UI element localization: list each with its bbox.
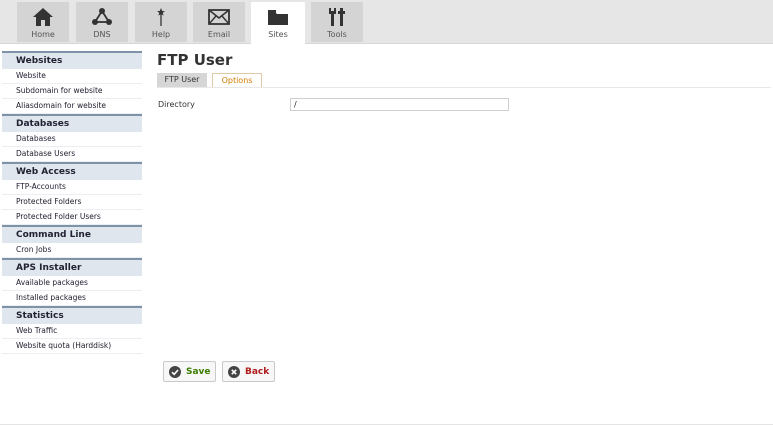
footer-divider	[0, 424, 773, 425]
page-title: FTP User	[157, 51, 233, 69]
sidebar-section-title: APS Installer	[2, 258, 142, 276]
tab-divider	[157, 87, 771, 88]
sidebar-item-protected-folders[interactable]: Protected Folders	[2, 195, 142, 210]
save-button[interactable]: Save	[163, 361, 216, 382]
save-button-label: Save	[186, 366, 211, 377]
sidebar-section-aps-installer: APS Installer Available packages Install…	[2, 258, 142, 306]
top-navigation: Home DNS Help Email Sites Tools	[0, 0, 773, 44]
home-icon	[17, 2, 69, 30]
back-button-label: Back	[245, 366, 270, 377]
nav-tab-tools[interactable]: Tools	[311, 2, 363, 42]
sidebar-section-web-access: Web Access FTP-Accounts Protected Folder…	[2, 162, 142, 225]
sidebar-section-title: Web Access	[2, 162, 142, 180]
tools-icon	[311, 2, 363, 30]
sidebar-section-title: Websites	[2, 51, 142, 69]
directory-input[interactable]	[290, 98, 509, 111]
sidebar-item-cron-jobs[interactable]: Cron Jobs	[2, 243, 142, 258]
sidebar-item-website-quota[interactable]: Website quota (Harddisk)	[2, 339, 142, 354]
tab-ftp-user[interactable]: FTP User	[157, 73, 207, 87]
nav-tab-label: DNS	[93, 30, 111, 39]
back-button[interactable]: Back	[222, 361, 275, 382]
nav-tab-dns[interactable]: DNS	[76, 2, 128, 42]
tab-options[interactable]: Options	[212, 73, 262, 87]
sidebar-item-aliasdomain[interactable]: Aliasdomain for website	[2, 99, 142, 114]
directory-label: Directory	[158, 100, 195, 109]
dns-icon	[76, 2, 128, 30]
nav-tab-label: Tools	[327, 30, 347, 39]
sidebar: Websites Website Subdomain for website A…	[2, 51, 142, 354]
sidebar-item-subdomain[interactable]: Subdomain for website	[2, 84, 142, 99]
help-icon	[135, 2, 187, 30]
checkmark-icon	[169, 366, 181, 378]
sidebar-section-databases: Databases Databases Database Users	[2, 114, 142, 162]
sidebar-item-protected-folder-users[interactable]: Protected Folder Users	[2, 210, 142, 225]
sidebar-section-title: Statistics	[2, 306, 142, 324]
sidebar-item-available-packages[interactable]: Available packages	[2, 276, 142, 291]
sidebar-item-installed-packages[interactable]: Installed packages	[2, 291, 142, 306]
nav-tab-email[interactable]: Email	[193, 2, 245, 42]
close-icon	[228, 366, 240, 378]
folder-icon	[251, 2, 305, 30]
nav-tab-label: Home	[31, 30, 55, 39]
nav-tab-label: Email	[207, 30, 231, 39]
sidebar-item-website[interactable]: Website	[2, 69, 142, 84]
sidebar-item-web-traffic[interactable]: Web Traffic	[2, 324, 142, 339]
sidebar-section-command-line: Command Line Cron Jobs	[2, 225, 142, 258]
sidebar-section-title: Databases	[2, 114, 142, 132]
nav-tab-label: Help	[151, 30, 171, 39]
sidebar-item-ftp-accounts[interactable]: FTP-Accounts	[2, 180, 142, 195]
sidebar-section-websites: Websites Website Subdomain for website A…	[2, 51, 142, 114]
nav-tab-home[interactable]: Home	[17, 2, 69, 42]
nav-tab-label: Sites	[268, 30, 288, 39]
sidebar-section-statistics: Statistics Web Traffic Website quota (Ha…	[2, 306, 142, 354]
sidebar-section-title: Command Line	[2, 225, 142, 243]
nav-tab-help[interactable]: Help	[135, 2, 187, 42]
email-icon	[193, 2, 245, 30]
sidebar-item-database-users[interactable]: Database Users	[2, 147, 142, 162]
nav-tab-sites[interactable]: Sites	[251, 2, 305, 44]
sidebar-item-databases[interactable]: Databases	[2, 132, 142, 147]
